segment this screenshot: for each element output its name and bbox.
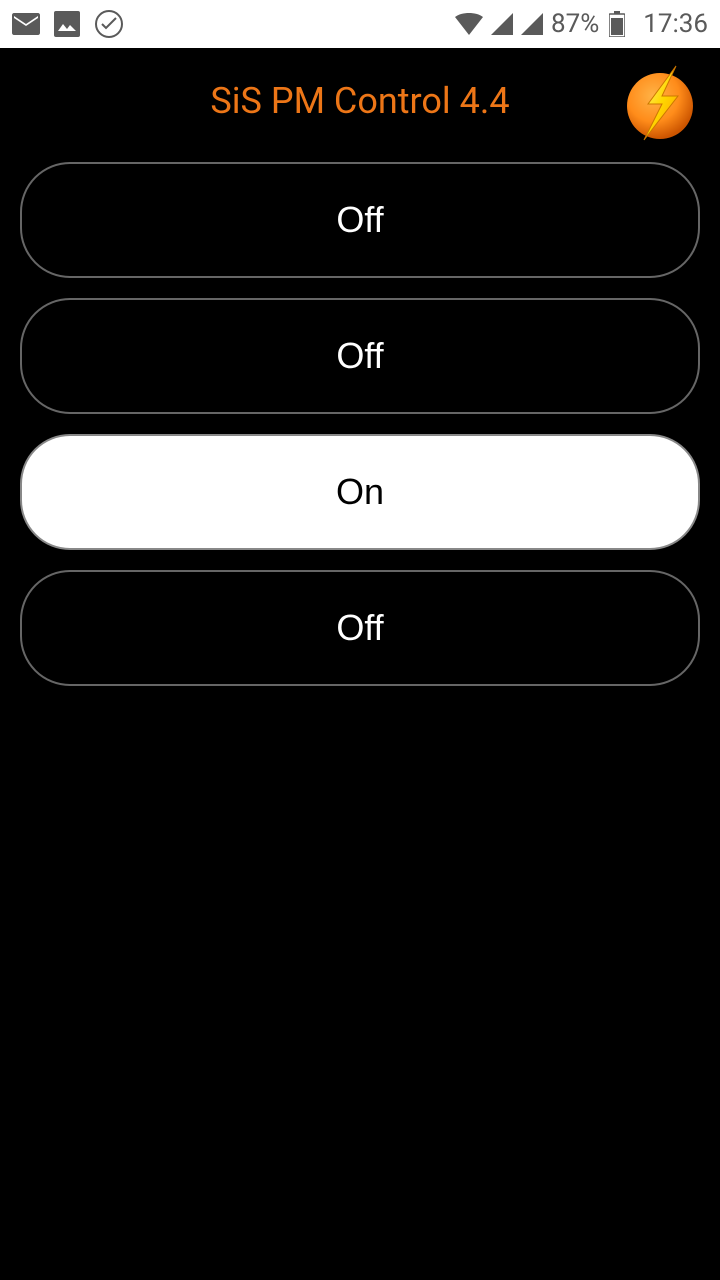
app-header: SiS PM Control 4.4 (20, 48, 700, 162)
email-icon (12, 13, 40, 35)
wifi-icon (455, 13, 483, 35)
lightning-icon (620, 62, 700, 142)
signal-icon-2 (521, 13, 543, 35)
image-icon (54, 11, 80, 37)
socket-label: Off (336, 607, 383, 649)
checkmark-circle-icon (94, 9, 124, 39)
socket-label: Off (336, 199, 383, 241)
app-title: SiS PM Control 4.4 (210, 80, 509, 122)
battery-percentage: 87% (551, 9, 599, 39)
socket-button-3[interactable]: On (20, 434, 700, 550)
battery-icon (609, 11, 625, 37)
socket-label: Off (336, 335, 383, 377)
socket-button-2[interactable]: Off (20, 298, 700, 414)
clock-time: 17:36 (643, 9, 708, 39)
signal-icon-1 (491, 13, 513, 35)
status-bar: 87% 17:36 (0, 0, 720, 48)
socket-button-1[interactable]: Off (20, 162, 700, 278)
status-bar-left (12, 9, 124, 39)
app-content: SiS PM Control 4.4 (0, 48, 720, 1280)
status-bar-right: 87% 17:36 (455, 9, 708, 39)
socket-label: On (336, 471, 384, 513)
socket-button-4[interactable]: Off (20, 570, 700, 686)
